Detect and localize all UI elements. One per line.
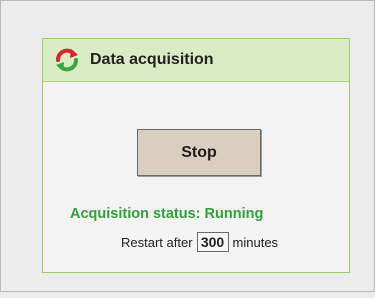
- window-frame: Data acquisition Stop Acquisition status…: [0, 0, 375, 292]
- data-acquisition-panel: Data acquisition Stop Acquisition status…: [42, 38, 350, 273]
- restart-suffix-label: minutes: [232, 234, 279, 250]
- stop-button[interactable]: Stop: [137, 129, 261, 176]
- restart-prefix-label: Restart after: [121, 234, 193, 250]
- panel-title: Data acquisition: [90, 51, 214, 68]
- panel-header: Data acquisition: [43, 39, 349, 82]
- acquisition-status: Acquisition status: Running: [70, 206, 264, 222]
- refresh-icon: [54, 47, 80, 73]
- restart-minutes-input[interactable]: 300: [196, 232, 229, 252]
- restart-row: Restart after 300 minutes: [121, 232, 278, 252]
